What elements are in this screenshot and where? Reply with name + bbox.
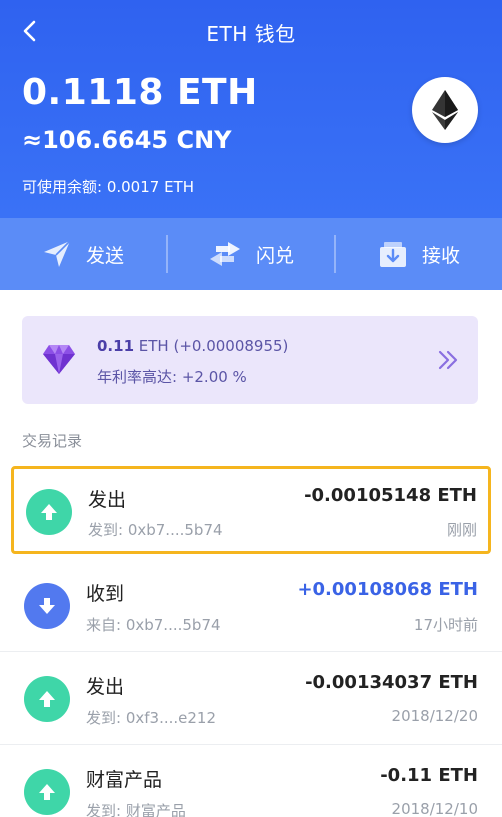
transaction-row[interactable]: 收到 来自: 0xb7....5b74 +0.00108068 ETH 17小时…	[0, 559, 502, 652]
send-button[interactable]: 发送	[0, 218, 166, 290]
transaction-type: 发出	[86, 676, 125, 698]
swap-arrows-icon	[209, 242, 240, 266]
section-title: 交易记录	[22, 432, 83, 450]
transaction-type: 财富产品	[86, 769, 163, 791]
balance-eth: 0.1118 ETH	[22, 72, 258, 113]
transaction-type: 发出	[88, 489, 127, 511]
transaction-amount: -0.00105148 ETH	[304, 485, 477, 506]
transaction-time: 刚刚	[446, 521, 477, 539]
transaction-address: 来自: 0xb7....5b74	[86, 616, 221, 634]
outgoing-badge	[24, 769, 70, 815]
action-bar: 发送 闪兑 接收	[0, 218, 502, 290]
wallet-header: ETH 钱包 0.1118 ETH ≈106.6645 CNY 可使用余额: 0…	[0, 0, 502, 218]
transaction-row[interactable]: 发出 发到: 0xf3....e212 -0.00134037 ETH 2018…	[0, 652, 502, 745]
wealth-amount-detail: ETH (+0.00008955)	[134, 337, 289, 355]
arrow-up-icon	[39, 784, 55, 800]
incoming-badge	[24, 583, 70, 629]
transaction-address: 发到: 财富产品	[86, 802, 186, 817]
transaction-amount: -0.00134037 ETH	[305, 672, 478, 693]
transaction-address: 发到: 0xf3....e212	[86, 709, 216, 727]
transaction-type: 收到	[86, 583, 125, 605]
transaction-time: 2018/12/20	[391, 707, 478, 725]
transaction-amount: -0.11 ETH	[380, 765, 478, 786]
receive-tray-icon	[379, 242, 406, 267]
arrow-down-icon	[39, 598, 55, 614]
double-chevron-right-icon	[438, 350, 458, 370]
eth-logo	[412, 77, 478, 143]
send-label: 发送	[85, 244, 124, 267]
balance-cny: ≈106.6645 CNY	[22, 126, 232, 154]
outgoing-badge	[26, 489, 72, 535]
diamond-icon	[43, 345, 75, 374]
wealth-rate: 年利率高达: +2.00 %	[97, 368, 247, 386]
swap-label: 闪兑	[255, 244, 294, 267]
transaction-time: 17小时前	[413, 616, 478, 634]
wealth-product-card[interactable]: 0.11 ETH (+0.00008955) 年利率高达: +2.00 %	[22, 316, 478, 404]
paper-plane-icon	[43, 240, 71, 267]
page-title: ETH 钱包	[206, 22, 296, 46]
transaction-row[interactable]: 财富产品 发到: 财富产品 -0.11 ETH 2018/12/10	[0, 745, 502, 817]
transaction-row[interactable]: 发出 发到: 0xb7....5b74 -0.00105148 ETH 刚刚	[11, 466, 491, 554]
wealth-amount: 0.11 ETH (+0.00008955)	[97, 337, 288, 355]
swap-button[interactable]: 闪兑	[168, 218, 334, 290]
arrow-up-icon	[39, 691, 55, 707]
transaction-address: 发到: 0xb7....5b74	[88, 521, 223, 539]
transaction-time: 2018/12/10	[391, 800, 478, 817]
ethereum-icon	[432, 90, 458, 130]
transaction-amount: +0.00108068 ETH	[297, 579, 478, 600]
arrow-up-icon	[41, 504, 57, 520]
available-balance: 可使用余额: 0.0017 ETH	[22, 178, 194, 196]
transaction-list: 发出 发到: 0xb7....5b74 -0.00105148 ETH 刚刚 收…	[0, 466, 502, 817]
receive-label: 接收	[421, 244, 460, 267]
receive-button[interactable]: 接收	[336, 218, 502, 290]
outgoing-badge	[24, 676, 70, 722]
wealth-amount-value: 0.11	[97, 337, 135, 355]
